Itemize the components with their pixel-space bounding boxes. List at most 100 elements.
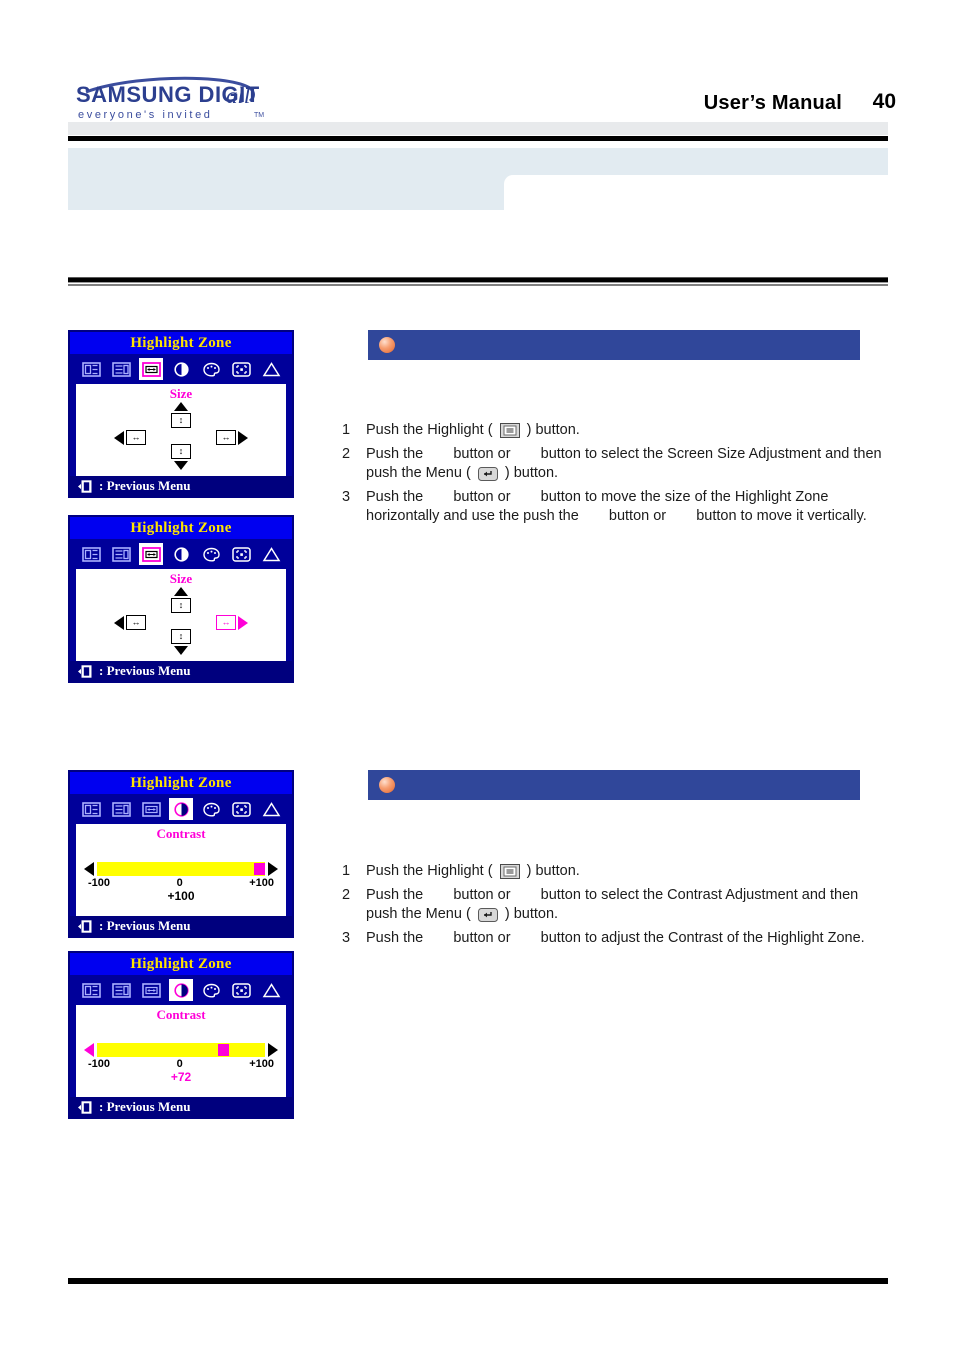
osd-title: Highlight Zone [70,953,292,975]
osd-title: Highlight Zone [70,517,292,539]
step-text-post: button to select the Screen Size Adjustm… [366,445,882,482]
previous-menu-icon [78,919,92,933]
contrast-slider-track[interactable] [97,1043,265,1057]
slider-max-label: +100 [249,877,274,889]
contrast-slider-knob[interactable] [217,1044,229,1056]
screen-size-icon[interactable] [109,798,133,820]
vertical-size-box-icon: ↕ [171,444,191,459]
triangle-right-icon[interactable] [268,862,278,876]
color-palette-icon[interactable] [199,798,223,820]
previous-menu-icon [78,664,92,678]
previous-menu-icon [78,479,92,493]
step-text-pre: Push the [366,929,424,946]
osd-footer: : Previous Menu [70,1097,292,1117]
osd-icon-row [70,354,292,384]
color-palette-icon[interactable] [199,979,223,1001]
warning-triangle-icon[interactable] [259,979,283,1001]
size-down-control[interactable]: ↕ [171,444,191,470]
step-number: 3 [342,929,351,946]
osd-title: Highlight Zone [70,772,292,794]
contrast-icon[interactable] [169,358,193,380]
content-divider-rule-thin [68,284,888,286]
triangle-up-icon [174,587,188,596]
osd-icon-row [70,975,292,1005]
triangle-left-icon[interactable] [84,1043,94,1057]
vertical-size-box-icon: ↕ [171,413,191,428]
triangle-up-icon [174,402,188,411]
size-right-control-selected[interactable]: ↔ [216,615,248,630]
contrast-slider-track[interactable] [97,862,266,876]
screen-size-icon[interactable] [109,979,133,1001]
contrast-current-value: +100 [167,889,195,903]
highlight-size-icon[interactable] [139,798,163,820]
size-right-control[interactable]: ↔ [216,430,248,445]
osd-screenshot-size-1: Highlight Zone Size ↕ ↔ ↔ ↕: Previous M… [68,330,294,498]
manual-page: SAMSUNG DIGIT all everyone's invited TM … [0,0,954,1351]
contrast-icon[interactable] [169,798,193,820]
orange-sphere-bullet-icon [379,337,395,353]
svg-text:everyone's invited: everyone's invited [78,109,213,121]
instruction-step: 1 Push the Highlight ( ) button. [342,421,892,445]
osd-content: Contrast -100 0 +100 +100 [76,824,286,918]
zone-frame-icon[interactable] [229,543,253,565]
highlight-button-icon [499,423,520,445]
contrast-icon[interactable] [169,543,193,565]
osd-screenshot-contrast-2: Highlight Zone Contrast -100 0 +100 +72 … [68,951,294,1119]
size-down-control[interactable]: ↕ [171,629,191,655]
step-text-post: button to adjust the Contrast of the Hig… [540,929,865,946]
size-direction-diagram: ↕ ↔ ↔ ↕ [76,402,286,476]
contrast-slider-scale: -100 0 +100 [76,876,286,889]
step-text: Push the button or button to select the … [366,886,892,929]
screen-position-icon[interactable] [79,798,103,820]
step-text-pre: Push the Highlight ( [366,422,493,438]
section-banner-notch [504,175,888,210]
horizontal-size-box-icon: ↔ [216,430,236,445]
zone-frame-icon[interactable] [229,979,253,1001]
highlight-size-icon[interactable] [139,979,163,1001]
osd-icon-row [70,794,292,824]
osd-icon-row [70,539,292,569]
screen-size-icon[interactable] [109,358,133,380]
step-text-post: button to select the Contrast Adjustment… [366,886,859,923]
triangle-right-icon [238,615,248,630]
section-header-screen-size [368,330,860,360]
contrast-slider-knob[interactable] [254,863,266,875]
warning-triangle-icon[interactable] [259,543,283,565]
highlight-button-icon [499,864,520,886]
highlight-size-icon[interactable] [139,543,163,565]
size-up-control[interactable]: ↕ [171,587,191,613]
step-text-mid: button or [453,929,511,946]
size-left-control[interactable]: ↔ [114,430,146,445]
screen-size-icon[interactable] [109,543,133,565]
osd-content: Size ↕ ↔ ↔ ↕ [76,384,286,478]
contrast-slider[interactable]: -100 0 +100 +100 [76,862,286,903]
step-text-mid: button or [453,445,511,462]
contrast-icon[interactable] [169,979,193,1001]
zone-frame-icon[interactable] [229,358,253,380]
zone-frame-icon[interactable] [229,798,253,820]
highlight-size-icon[interactable] [139,358,163,380]
menu-button-icon [477,908,498,929]
triangle-left-icon[interactable] [84,862,94,876]
contrast-slider[interactable]: -100 0 +100 +72 [76,1043,286,1084]
osd-footer: : Previous Menu [70,916,292,936]
triangle-right-icon[interactable] [268,1043,278,1057]
screen-position-icon[interactable] [79,979,103,1001]
screen-position-icon[interactable] [79,543,103,565]
screen-position-icon[interactable] [79,358,103,380]
triangle-left-icon [114,430,124,445]
step-text-post: ) button. [526,422,580,438]
slider-max-label: +100 [249,1058,274,1070]
size-up-control[interactable]: ↕ [171,402,191,428]
color-palette-icon[interactable] [199,358,223,380]
slider-mid-label: 0 [176,1058,183,1070]
size-left-control[interactable]: ↔ [114,615,146,630]
warning-triangle-icon[interactable] [259,358,283,380]
header-gray-rule [68,122,888,135]
slider-mid-label: 0 [176,877,183,889]
step-number: 2 [342,886,351,903]
color-palette-icon[interactable] [199,543,223,565]
warning-triangle-icon[interactable] [259,798,283,820]
page-title: User’s Manual [703,92,842,114]
step-text: Push the button or button to select the … [366,445,892,488]
